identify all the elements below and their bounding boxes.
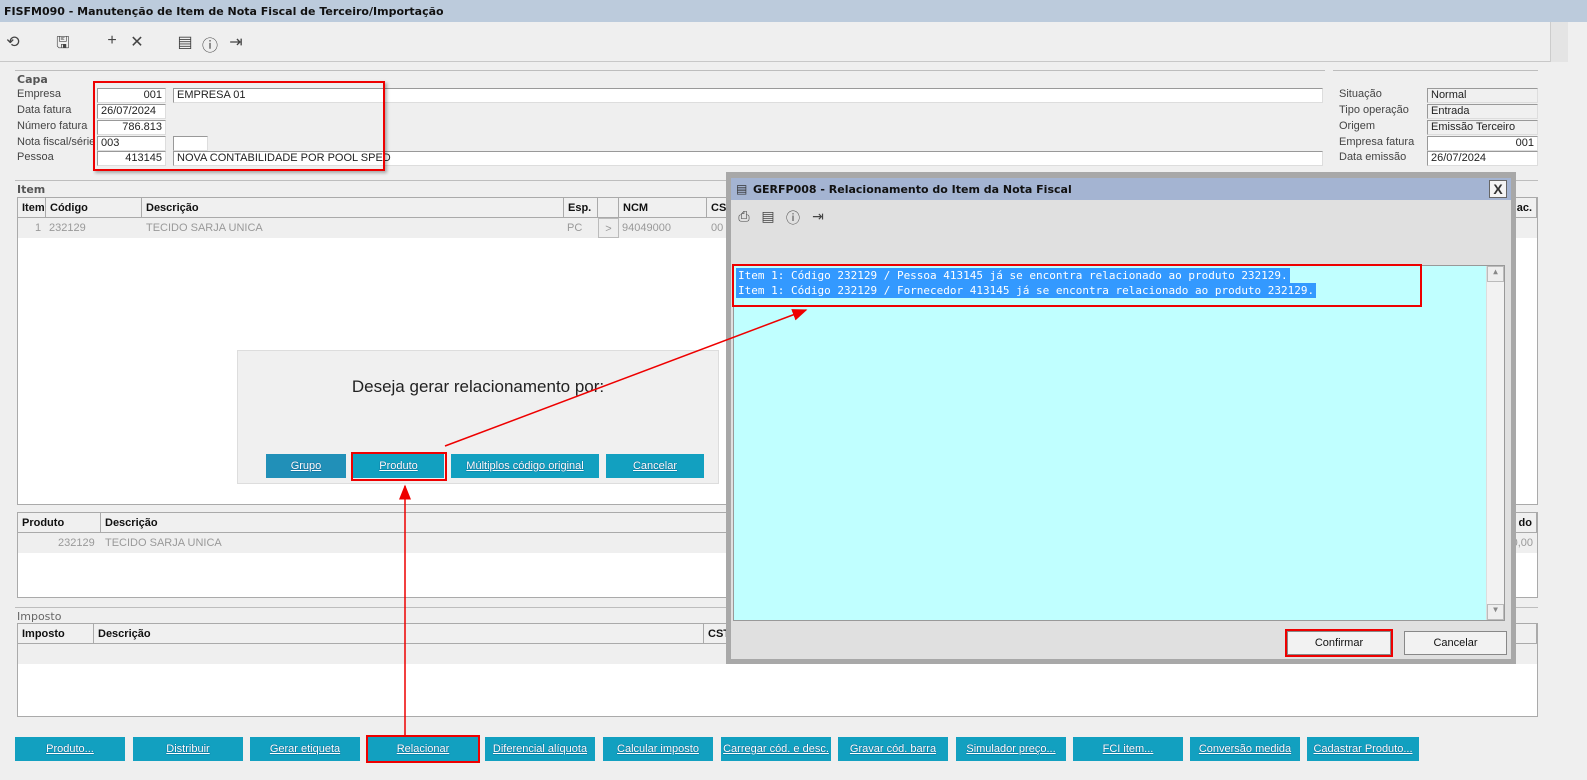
empresa-fatura-field[interactable]: 001 xyxy=(1427,136,1538,151)
save-icon[interactable]: 🖫 xyxy=(53,32,73,59)
prompt-question: Deseja gerar relacionamento por: xyxy=(351,377,605,396)
conversao-medida-button[interactable]: Conversão medida xyxy=(1190,737,1300,761)
carregar-cod-button[interactable]: Carregar cód. e desc. xyxy=(721,737,831,761)
calendar-icon[interactable]: ▤ xyxy=(758,208,778,225)
scroll-down-icon[interactable]: ▼ xyxy=(1487,604,1504,620)
cell-codigo: 232129 xyxy=(49,222,86,234)
cell-item: 1 xyxy=(35,222,42,234)
produto-button[interactable]: Produto... xyxy=(15,737,125,761)
dialog-title: GERFP008 - Relacionamento do Item da Not… xyxy=(731,178,1511,200)
exit-icon[interactable]: ⇥ xyxy=(808,208,828,225)
gerar-etiqueta-button[interactable]: Gerar etiqueta xyxy=(250,737,360,761)
grupo-button[interactable]: Grupo xyxy=(266,454,346,478)
situacao-label: Situação xyxy=(1339,88,1382,100)
gravar-cod-barra-button[interactable]: Gravar cód. barra xyxy=(838,737,948,761)
calendar-icon[interactable]: ▤ xyxy=(175,32,195,52)
col-item[interactable]: Item xyxy=(18,198,46,218)
toolbar: ⟲ 🖫 + ✕ ▤ ⓘ ⇥ xyxy=(0,22,1550,62)
situacao-field: Normal xyxy=(1427,88,1538,103)
simulador-preco-button[interactable]: Simulador preço... xyxy=(956,737,1066,761)
data-emissao-field[interactable]: 26/07/2024 xyxy=(1427,151,1538,166)
col-esp[interactable]: Esp. xyxy=(564,198,598,218)
section-item: Item xyxy=(17,183,46,196)
section-capa: Capa xyxy=(17,73,48,86)
empresa-label: Empresa xyxy=(17,88,62,100)
col-imposto[interactable]: Imposto xyxy=(18,624,94,644)
col-ncm[interactable]: NCM xyxy=(619,198,707,218)
origem-label: Origem xyxy=(1339,120,1376,132)
help-icon[interactable]: ⓘ xyxy=(783,208,803,228)
message-textarea[interactable]: Item 1: Código 232129 / Pessoa 413145 já… xyxy=(733,265,1505,621)
delete-icon[interactable]: ✕ xyxy=(127,32,147,52)
cell-descricao: TECIDO SARJA UNICA xyxy=(146,222,263,234)
data-fatura-label: Data fatura xyxy=(17,104,72,116)
cell-esp: PC xyxy=(567,222,583,234)
highlight-box xyxy=(366,735,480,763)
col-expand[interactable] xyxy=(598,198,619,218)
origem-field: Emissão Terceiro xyxy=(1427,120,1538,135)
calcular-imposto-button[interactable]: Calcular imposto xyxy=(603,737,713,761)
relacionamento-prompt: Deseja gerar relacionamento por: Grupo P… xyxy=(237,350,719,484)
distribuir-button[interactable]: Distribuir xyxy=(133,737,243,761)
highlight-box xyxy=(732,264,1422,307)
section-imposto: Imposto xyxy=(17,610,62,623)
col-descricao[interactable]: Descrição xyxy=(94,624,704,644)
add-icon[interactable]: + xyxy=(102,32,122,50)
cadastrar-produto-button[interactable]: Cadastrar Produto... xyxy=(1307,737,1419,761)
col-produto[interactable]: Produto xyxy=(18,513,101,533)
numero-fatura-label: Número fatura xyxy=(17,120,88,132)
textarea-scrollbar[interactable]: ▲ ▼ xyxy=(1486,266,1504,620)
data-emissao-label: Data emissão xyxy=(1339,151,1407,163)
divider xyxy=(1333,70,1538,71)
pessoa-label: Pessoa xyxy=(17,151,54,163)
undo-icon[interactable]: ⟲ xyxy=(3,32,23,52)
exit-icon[interactable]: ⇥ xyxy=(226,32,246,52)
help-icon[interactable]: ⓘ xyxy=(200,32,220,56)
empresa-fatura-label: Empresa fatura xyxy=(1339,136,1415,148)
tipo-field: Entrada xyxy=(1427,104,1538,119)
diferencial-aliquota-button[interactable]: Diferencial alíquota xyxy=(485,737,595,761)
fci-item-button[interactable]: FCI item... xyxy=(1073,737,1183,761)
highlight-box xyxy=(1285,629,1393,657)
window-title: FISFM090 - Manutenção de Item de Nota Fi… xyxy=(0,0,1587,22)
tipo-label: Tipo operação xyxy=(1339,104,1409,116)
col-codigo[interactable]: Código xyxy=(46,198,142,218)
print-icon[interactable]: ⎙ xyxy=(734,208,754,225)
cancelar-prompt-button[interactable]: Cancelar xyxy=(606,454,704,478)
scrollbar[interactable] xyxy=(1550,22,1568,62)
highlight-box xyxy=(351,452,447,481)
close-button[interactable]: X xyxy=(1489,180,1507,198)
gerfp008-dialog: GERFP008 - Relacionamento do Item da Not… xyxy=(726,172,1516,664)
scroll-up-icon[interactable]: ▲ xyxy=(1487,266,1504,282)
multiplos-codigo-button[interactable]: Múltiplos código original xyxy=(451,454,599,478)
document-icon: ▤ xyxy=(736,182,748,196)
highlight-box xyxy=(93,81,385,171)
divider xyxy=(15,70,1325,71)
cell-ncm: 94049000 xyxy=(622,222,671,234)
cell-descricao: TECIDO SARJA UNICA xyxy=(105,537,222,549)
nota-label: Nota fiscal/série xyxy=(17,136,96,148)
expand-button[interactable]: > xyxy=(598,218,619,238)
col-descricao[interactable]: Descrição xyxy=(142,198,564,218)
cell-cst: 00 xyxy=(711,222,724,234)
cell-produto: 232129 xyxy=(58,537,95,549)
cancelar-button[interactable]: Cancelar xyxy=(1404,631,1507,655)
